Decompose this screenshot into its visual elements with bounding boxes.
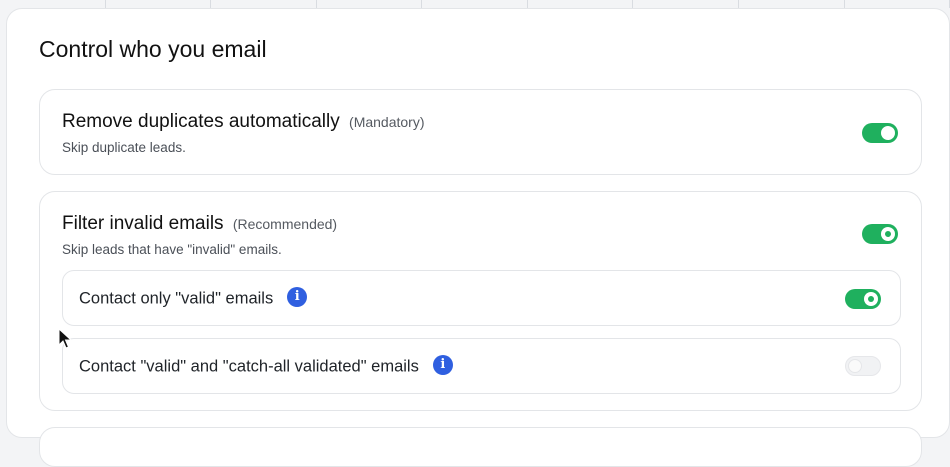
valid-catch-all-option[interactable]: Contact "valid" and "catch-all validated…	[62, 338, 901, 394]
recommended-tag: (Recommended)	[233, 216, 337, 232]
tab-segment[interactable]	[211, 0, 317, 8]
mouse-cursor-icon	[58, 328, 72, 350]
next-card	[39, 427, 922, 467]
valid-catch-all-label-row: Contact "valid" and "catch-all validated…	[79, 357, 453, 377]
tab-segment[interactable]	[528, 0, 634, 8]
valid-catch-all-toggle[interactable]	[845, 356, 881, 376]
remove-duplicates-subtitle: Skip duplicate leads.	[62, 140, 186, 155]
tab-segment[interactable]	[633, 0, 739, 8]
valid-only-label-row: Contact only "valid" emails i	[79, 289, 307, 309]
filter-invalid-card: Filter invalid emails (Recommended) Skip…	[39, 191, 922, 411]
remove-duplicates-title: Remove duplicates automatically (Mandato…	[62, 111, 425, 133]
toggle-knob	[848, 359, 862, 373]
toggle-knob	[881, 126, 895, 140]
filter-invalid-title: Filter invalid emails (Recommended)	[62, 213, 337, 235]
tab-segment[interactable]	[106, 0, 212, 8]
toggle-knob	[881, 227, 895, 241]
tab-segment[interactable]	[317, 0, 423, 8]
filter-invalid-label: Filter invalid emails	[62, 213, 224, 234]
toggle-knob	[864, 292, 878, 306]
filter-invalid-subtitle: Skip leads that have "invalid" emails.	[62, 242, 282, 257]
valid-only-toggle[interactable]	[845, 289, 881, 309]
remove-duplicates-label: Remove duplicates automatically	[62, 111, 340, 132]
valid-catch-all-label: Contact "valid" and "catch-all validated…	[79, 357, 419, 375]
tab-segment[interactable]	[0, 0, 106, 8]
info-icon[interactable]: i	[433, 355, 453, 375]
valid-only-label: Contact only "valid" emails	[79, 289, 273, 307]
remove-duplicates-card: Remove duplicates automatically (Mandato…	[39, 89, 922, 175]
valid-only-option[interactable]: Contact only "valid" emails i	[62, 270, 901, 326]
email-control-panel: Control who you email Remove duplicates …	[6, 8, 950, 438]
top-tab-strip	[0, 0, 950, 8]
section-title: Control who you email	[39, 36, 267, 63]
filter-invalid-toggle[interactable]	[862, 224, 898, 244]
mandatory-tag: (Mandatory)	[349, 114, 424, 130]
tab-segment[interactable]	[845, 0, 950, 8]
info-icon[interactable]: i	[287, 287, 307, 307]
tab-segment[interactable]	[422, 0, 528, 8]
tab-segment[interactable]	[739, 0, 845, 8]
remove-duplicates-toggle[interactable]	[862, 123, 898, 143]
